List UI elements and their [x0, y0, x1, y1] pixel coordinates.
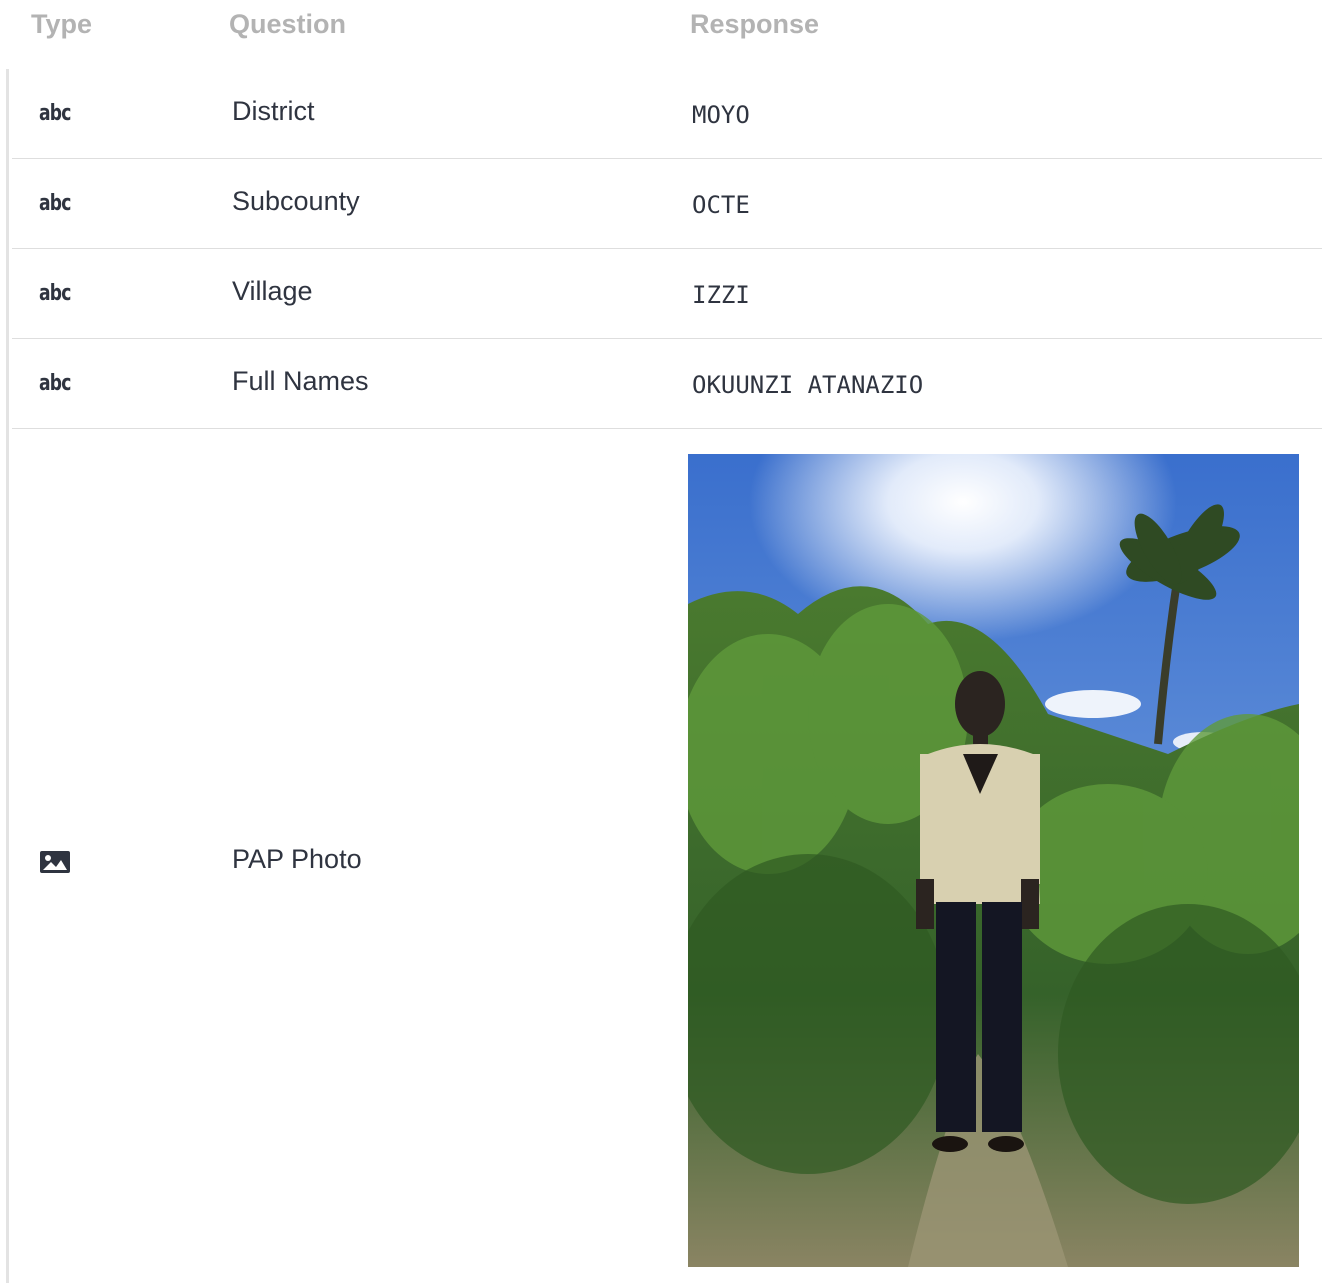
text-type-icon: abc	[39, 191, 71, 216]
question-text: Subcounty	[232, 186, 360, 216]
question-text: District	[232, 96, 315, 126]
response-value: OKUUNZI ATANAZIO	[692, 371, 924, 399]
type-column-header: Type	[31, 9, 93, 39]
table-header: Type Question Response	[0, 0, 1322, 50]
table-row: abc District MOYO	[12, 69, 1322, 159]
question-text: Full Names	[232, 366, 369, 396]
text-type-icon: abc	[39, 281, 71, 306]
image-icon	[39, 850, 71, 879]
table-row: abc Full Names OKUUNZI ATANAZIO	[12, 339, 1322, 429]
question-text: PAP Photo	[232, 844, 362, 874]
response-column-header: Response	[690, 9, 820, 39]
question-text: Village	[232, 276, 313, 306]
text-type-icon: abc	[39, 101, 71, 126]
question-column-header: Question	[229, 9, 347, 39]
pap-photo[interactable]	[688, 454, 1299, 1267]
response-value: MOYO	[692, 101, 750, 129]
table-row: abc Subcounty OCTE	[12, 159, 1322, 249]
table-row: abc Village IZZI	[12, 249, 1322, 339]
response-value: IZZI	[692, 281, 750, 309]
response-value: OCTE	[692, 191, 750, 219]
text-type-icon: abc	[39, 371, 71, 396]
